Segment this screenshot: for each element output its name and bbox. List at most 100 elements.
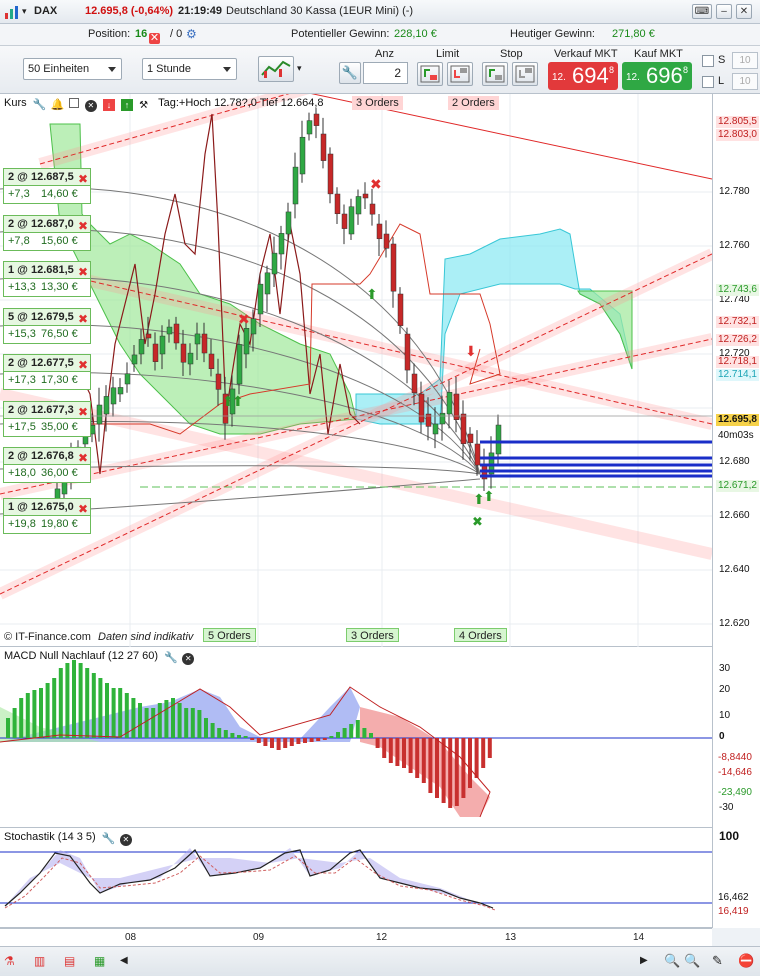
macd-axis[interactable]: 30 20 10 0 -30 -8,8440 -14,646 -23,490 [712, 647, 760, 828]
stop-buy-button[interactable] [482, 62, 508, 86]
cancel-order-icon[interactable]: ✖ [78, 312, 88, 326]
limit-buy-button[interactable] [417, 62, 443, 86]
order-box[interactable]: 2 @ 12.687,5 ✖ +7,3 14,60 € [3, 168, 91, 205]
close-pane-icon[interactable]: ✕ [119, 834, 132, 846]
stoch-title: Stochastik (14 3 5) [4, 831, 96, 843]
units-select[interactable]: 50 Einheiten [23, 58, 122, 80]
cancel-order-icon[interactable]: ✖ [78, 172, 88, 186]
order-box[interactable]: 2 @ 12.677,3 ✖ +17,5 35,00 € [3, 401, 91, 438]
cancel-order-icon[interactable]: ✖ [78, 502, 88, 516]
order-box[interactable]: 5 @ 12.679,5 ✖ +15,3 76,50 € [3, 308, 91, 345]
stochastic-pane-header: Stochastik (14 3 5) 🔧 ✕ [4, 831, 132, 846]
macd-bar [474, 738, 479, 778]
order-box[interactable]: 2 @ 12.687,0 ✖ +7,8 15,60 € [3, 215, 91, 252]
box-icon[interactable] [68, 98, 79, 108]
candle-body [495, 424, 502, 455]
l-checkbox[interactable] [702, 76, 714, 88]
cancel-order-icon[interactable]: ✖ [78, 265, 88, 279]
orders-tag-top-1[interactable]: 3 Orders [352, 96, 403, 110]
indicators-icon[interactable]: ▤ [64, 954, 75, 968]
order-profit: 19,80 € [41, 518, 78, 530]
close-pane-icon[interactable]: ✕ [84, 100, 97, 112]
candle-body [103, 396, 110, 415]
timeframe-select[interactable]: 1 Stunde [142, 58, 237, 80]
limit-buy-icon [420, 65, 440, 83]
stochastic-axis[interactable]: 100 16,462 16,419 [712, 828, 760, 928]
l-value-field[interactable]: 10 [732, 73, 758, 90]
stop-icon[interactable]: ⛔ [738, 953, 754, 969]
tools-icon[interactable]: ⚒ [139, 100, 151, 112]
macd-bar [342, 728, 347, 738]
wrench-icon[interactable]: 🔧 [102, 832, 116, 845]
macd-bar [25, 693, 30, 738]
scroll-right-icon[interactable]: ▶ [640, 955, 648, 966]
sell-icon[interactable]: ↑ [121, 99, 133, 111]
quantity-input[interactable]: 2 [363, 62, 408, 84]
keyboard-icon[interactable]: ⌨ [692, 4, 712, 19]
candle-body [138, 339, 145, 355]
candle-body [383, 233, 390, 249]
sell-price-prefix: 12. [552, 72, 566, 83]
price-axis[interactable]: 12.780 12.760 12.740 12.720 12.680 12.660 12.6… [712, 94, 760, 647]
limit-sell-button[interactable] [447, 62, 473, 86]
chart-tools-icon[interactable]: ⚗ [4, 954, 22, 970]
bars-icon[interactable]: ▦ [94, 954, 105, 968]
candle-body [187, 352, 194, 365]
macd-bar [230, 733, 235, 738]
candle-body [257, 283, 264, 315]
wrench-button[interactable]: 🔧 [339, 62, 361, 84]
dropdown-arrow-icon[interactable]: ▾ [22, 6, 27, 17]
settings-icon[interactable]: ⚙ [186, 27, 197, 41]
order-points: +15,3 [8, 328, 36, 340]
buy-market-button[interactable]: 12. 696 8 [622, 62, 692, 90]
macd-bar [58, 668, 63, 738]
sell-market-button[interactable]: 12. 694 8 [548, 62, 618, 90]
order-box[interactable]: 2 @ 12.677,5 ✖ +17,3 17,30 € [3, 354, 91, 391]
candle-body [117, 387, 124, 395]
price-chart-canvas[interactable]: ✖ ✖ ✖ ⬆ ⬆ ⬆ ⬆ ⬆ ⬇ [0, 94, 712, 647]
zoom-out-icon[interactable]: 🔍 [664, 953, 680, 969]
orders-tag-top-2[interactable]: 2 Orders [448, 96, 499, 110]
candle-style-icon[interactable]: ▥ [34, 954, 45, 968]
stochastic-pane[interactable]: Stochastik (14 3 5) 🔧 ✕ [0, 828, 712, 928]
order-pnl: +17,3 17,30 € [3, 372, 91, 390]
order-box[interactable]: 1 @ 12.681,5 ✖ +13,3 13,30 € [3, 261, 91, 298]
pen-icon[interactable]: ✎ [712, 953, 723, 969]
orders-tag-bottom-3[interactable]: 4 Orders [454, 628, 507, 642]
time-label: 13 [505, 932, 517, 943]
buy-icon[interactable]: ↓ [102, 99, 115, 111]
today-label: Heutiger Gewinn: [510, 28, 595, 40]
zoom-in-icon[interactable]: 🔍 [684, 953, 700, 969]
close-pane-icon[interactable]: ✕ [182, 653, 195, 665]
time-label: 09 [253, 932, 265, 943]
minimize-button[interactable]: – [716, 4, 732, 19]
candle-body [432, 423, 439, 435]
stoch-tag: 16,419 [716, 906, 751, 918]
s-value-field[interactable]: 10 [732, 52, 758, 69]
cancel-order-icon[interactable]: ✖ [78, 451, 88, 465]
cancel-order-icon[interactable]: ✖ [78, 405, 88, 419]
price-tick: 12.620 [719, 618, 750, 629]
cancel-order-icon[interactable]: ✖ [78, 219, 88, 233]
wrench-icon[interactable]: 🔧 [164, 651, 178, 664]
chart-type-button[interactable] [258, 56, 294, 82]
cancel-order-icon[interactable]: ✖ [78, 358, 88, 372]
macd-pane[interactable]: MACD Null Nachlauf (12 27 60) 🔧 ✕ [0, 647, 712, 828]
order-box[interactable]: 1 @ 12.675,0 ✖ +19,8 19,80 € [3, 498, 91, 535]
time-axis[interactable]: 08 09 12 13 14 [0, 928, 712, 946]
chevron-down-icon[interactable]: ▾ [297, 63, 302, 74]
candle-body [250, 318, 257, 335]
orders-tag-bottom-2[interactable]: 3 Orders [346, 628, 399, 642]
buy-label: Kauf MKT [634, 48, 683, 60]
scroll-left-icon[interactable]: ◀ [120, 955, 128, 966]
price-chart-pane[interactable]: ✖ ✖ ✖ ⬆ ⬆ ⬆ ⬆ ⬆ ⬇ Kurs 🔧 🔔 ✕ ↓ ↑ ⚒ Tag:+… [0, 94, 712, 647]
candle-body [285, 211, 292, 235]
order-profit: 35,00 € [41, 421, 78, 433]
close-button[interactable]: ✕ [736, 4, 752, 19]
s-checkbox[interactable] [702, 55, 714, 67]
orders-tag-bottom-1[interactable]: 5 Orders [203, 628, 256, 642]
stop-sell-button[interactable] [512, 62, 538, 86]
bell-icon[interactable]: 🔔 [51, 98, 65, 111]
order-box[interactable]: 2 @ 12.676,8 ✖ +18,0 36,00 € [3, 447, 91, 484]
wrench-icon[interactable]: 🔧 [33, 98, 47, 111]
